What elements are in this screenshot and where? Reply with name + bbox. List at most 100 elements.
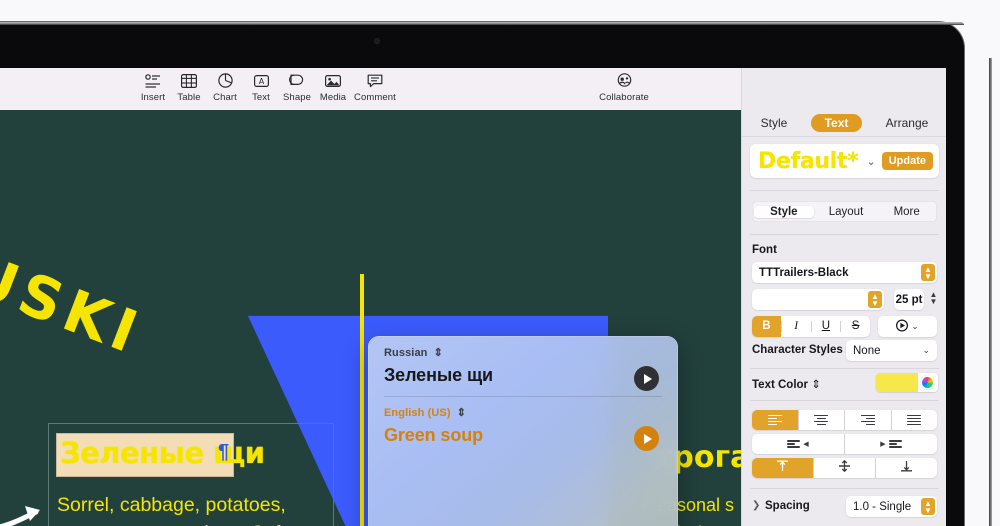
align-right-icon — [860, 414, 875, 426]
divider-5 — [750, 488, 939, 489]
comment-icon — [367, 72, 383, 89]
increase-indent-button[interactable]: ▶ — [845, 434, 937, 454]
italic-button[interactable]: I — [782, 316, 811, 337]
spacing-value: 1.0 - Single — [853, 500, 912, 513]
app-window: Insert Table Chart A Text Shape Media Co… — [0, 68, 946, 526]
character-styles-select[interactable]: None ⌄ — [846, 340, 937, 361]
yellow-divider-line — [360, 274, 364, 526]
toolbar-label-shape: Shape — [283, 92, 311, 103]
spacing-stepper[interactable]: ▲ ▼ — [921, 498, 935, 515]
align-left-icon — [767, 414, 782, 426]
source-language-label: Russian — [384, 347, 428, 359]
toolbar-button-media[interactable]: Media — [315, 72, 351, 103]
bezel-highlight — [0, 22, 964, 25]
tab-arrange[interactable]: Arrange — [872, 114, 943, 132]
text-options-icon — [896, 318, 909, 335]
toolbar-button-text[interactable]: A Text — [243, 72, 279, 103]
font-family-stepper[interactable]: ▲ ▼ — [921, 264, 935, 281]
toolbar-label-text: Text — [252, 92, 270, 103]
chevron-updown-icon-target: ⇕ — [456, 407, 467, 419]
toolbar-button-chart[interactable]: Chart — [207, 72, 243, 103]
toolbar-button-comment[interactable]: Comment — [351, 72, 399, 103]
text-options-button[interactable]: ⌄ — [878, 316, 937, 337]
align-middle-icon — [838, 459, 851, 477]
indent-group: ◀ ▶ — [752, 434, 937, 454]
text-color-swatch[interactable] — [876, 373, 918, 392]
text-color-label: Text Color ⇕ — [752, 377, 821, 391]
text-icon: A — [253, 72, 269, 89]
spacing-select[interactable]: 1.0 - Single ▲ ▼ — [846, 496, 937, 517]
source-language-selector[interactable]: Russian ⇕ — [384, 346, 443, 359]
chevron-updown-icon-color[interactable]: ⇕ — [811, 379, 821, 391]
play-source-audio-button[interactable] — [634, 366, 659, 391]
toolbar-label-comment: Comment — [354, 92, 396, 103]
subtab-layout[interactable]: Layout — [816, 206, 877, 218]
align-justify-icon — [907, 414, 922, 426]
align-center-button[interactable] — [799, 410, 845, 430]
white-arrow-icon — [0, 502, 48, 526]
paragraph-style-name: Default* — [758, 148, 859, 174]
webcam-icon — [374, 38, 380, 44]
typeface-field[interactable]: ▲ ▼ — [752, 289, 884, 310]
screenshot-root: Insert Table Chart A Text Shape Media Co… — [0, 0, 1000, 526]
subtab-style[interactable]: Style — [753, 205, 815, 218]
divider-2 — [750, 234, 939, 235]
align-bottom-button[interactable] — [876, 458, 937, 478]
font-size-field[interactable]: 25 pt — [894, 289, 924, 310]
target-language-selector[interactable]: English (US) ⇕ — [384, 406, 466, 419]
text-color-label-text: Text Color — [752, 379, 809, 391]
align-bottom-icon — [900, 459, 913, 477]
bold-button[interactable]: B — [752, 316, 781, 337]
insert-icon — [145, 72, 161, 89]
play-triangle-icon — [643, 373, 652, 384]
align-left-button[interactable] — [752, 410, 798, 430]
sidebar-subtabs: Style Layout More — [752, 201, 937, 222]
increase-indent-icon — [888, 440, 902, 448]
divider-1 — [750, 190, 939, 191]
target-text: Green soup — [384, 425, 484, 445]
translate-popover[interactable]: Russian ⇕ Зеленые щи English (US) ⇕ Gree… — [368, 336, 678, 526]
paragraph-style-card[interactable]: Default* ⌄ Update — [750, 144, 939, 178]
play-target-audio-button[interactable] — [634, 426, 659, 451]
increase-indent-arrow-icon: ▶ — [880, 441, 886, 448]
font-size-value: 25 pt — [895, 293, 923, 306]
align-right-button[interactable] — [845, 410, 891, 430]
align-justify-button[interactable] — [892, 410, 938, 430]
font-size-stepper[interactable]: ▲ ▼ — [927, 291, 940, 306]
toolbar-button-collaborate[interactable]: Collaborate — [599, 72, 649, 103]
toolbar-label-media: Media — [319, 92, 347, 103]
toolbar-button-insert[interactable]: Insert — [135, 72, 171, 103]
tab-style[interactable]: Style — [747, 114, 802, 132]
typeface-stepper[interactable]: ▲ ▼ — [868, 291, 882, 308]
tab-text[interactable]: Text — [810, 114, 863, 132]
toolbar-button-table[interactable]: Table — [171, 72, 207, 103]
svg-text:A: A — [258, 77, 264, 86]
text-color-well[interactable] — [876, 373, 938, 392]
sidebar-tabs: Style Text Arrange — [742, 110, 946, 137]
underline-button[interactable]: U — [812, 316, 841, 337]
slide-title-russian: Зеленые щи — [60, 436, 265, 470]
align-middle-button[interactable] — [814, 458, 875, 478]
font-family-field[interactable]: TTTrailers-Black ▲ ▼ — [752, 262, 937, 283]
divider-3 — [750, 368, 939, 369]
decrease-indent-icon — [787, 440, 801, 448]
subtab-more[interactable]: More — [876, 206, 937, 218]
divider-4 — [750, 400, 939, 401]
strikethrough-button[interactable]: S — [841, 316, 870, 337]
chevron-down-icon-charstyles: ⌄ — [922, 345, 930, 355]
source-text: Зеленые щи — [384, 365, 494, 385]
color-wheel-icon[interactable] — [920, 375, 935, 390]
decrease-indent-button[interactable]: ◀ — [752, 434, 844, 454]
decrease-indent-arrow-icon: ◀ — [803, 441, 809, 448]
play-triangle-icon-target — [643, 433, 652, 444]
update-style-button[interactable]: Update — [881, 152, 933, 170]
chart-icon — [217, 72, 233, 89]
align-top-button[interactable] — [752, 458, 813, 478]
horizontal-alignment-group — [752, 410, 937, 430]
spacing-disclosure-triangle-icon[interactable]: ❯ — [752, 500, 760, 511]
toolbar-label-collaborate: Collaborate — [599, 92, 649, 103]
align-center-icon — [814, 414, 829, 426]
chevron-down-icon[interactable]: ⌄ — [867, 155, 876, 168]
toolbar-button-shape[interactable]: Shape — [279, 72, 315, 103]
chevron-down-icon-options: ⌄ — [911, 321, 919, 331]
